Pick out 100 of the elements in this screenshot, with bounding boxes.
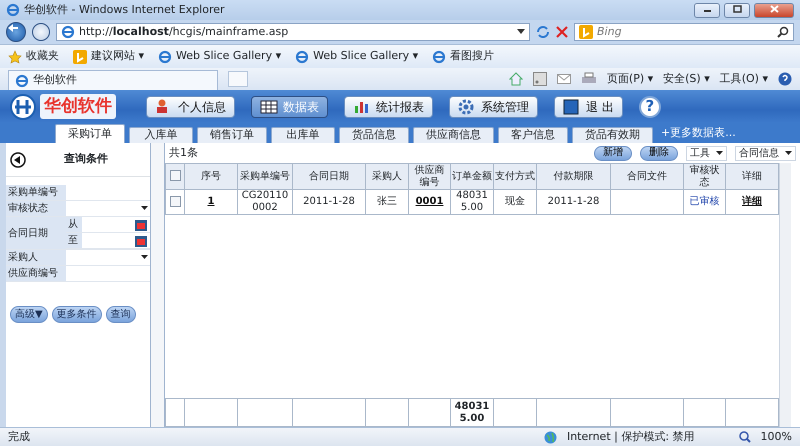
column-header: 供应商编号 <box>408 164 450 190</box>
browser-icon <box>432 50 446 64</box>
gear-icon <box>458 98 476 114</box>
close-button[interactable] <box>754 2 794 18</box>
table-icon <box>260 98 278 114</box>
globe-icon <box>544 430 557 444</box>
menu-dropdown[interactable]: 合同信息 <box>735 146 796 160</box>
panel-title: 查询条件 <box>63 151 109 168</box>
checkbox[interactable] <box>170 196 180 207</box>
menu-dropdown[interactable]: 工具 <box>686 146 727 160</box>
field-label: 从 <box>66 217 82 232</box>
zoom-level[interactable]: 100% <box>760 428 792 446</box>
data-tab[interactable]: 出库单 <box>271 127 335 143</box>
home-icon[interactable] <box>508 72 523 86</box>
address-field[interactable]: http://localhost/hcgis/mainframe.asp <box>56 23 530 41</box>
data-tab[interactable]: 货品有效期 <box>572 127 653 143</box>
page-icon <box>61 25 75 39</box>
field-label: 审核状态 <box>6 201 66 216</box>
maximize-icon <box>732 5 742 14</box>
column-header: 采购人 <box>366 164 408 190</box>
command-menu[interactable]: 安全(S) ▾ <box>663 70 710 88</box>
dropdown-icon <box>785 150 792 156</box>
dropdown-icon <box>141 206 148 211</box>
favorites-link[interactable]: Web Slice Gallery ▾ <box>158 48 282 65</box>
app-logo: 华创软件 <box>40 94 116 120</box>
table-cell: 2011-1-28 <box>536 190 610 214</box>
browser-icon <box>6 3 20 17</box>
more-tabs-link[interactable]: +更多数据表... <box>657 124 736 142</box>
data-tab[interactable]: 客户信息 <box>498 127 568 143</box>
column-header: 付款期限 <box>536 164 610 190</box>
back-arrow-icon <box>7 23 19 33</box>
favorites-link[interactable]: 收藏夹 <box>8 48 59 65</box>
checkbox[interactable] <box>170 170 180 182</box>
action-button[interactable]: 新增 <box>594 146 632 160</box>
table-cell: 2011-1-28 <box>292 190 366 214</box>
search-icon[interactable] <box>777 26 789 38</box>
toolbar-button[interactable]: 退 出 <box>554 96 623 118</box>
close-icon[interactable] <box>556 26 568 38</box>
scrollbar[interactable] <box>779 163 791 427</box>
status-text: 完成 <box>8 428 31 445</box>
calendar-icon[interactable] <box>134 234 148 248</box>
toolbar-button[interactable]: 统计报表 <box>344 96 433 118</box>
data-tab[interactable]: 销售订单 <box>197 127 267 143</box>
star-icon <box>8 50 22 64</box>
column-header: 支付方式 <box>494 164 536 190</box>
favorites-link[interactable]: 看图搜片 <box>432 48 494 65</box>
field-label: 合同日期 <box>6 217 66 249</box>
toolbar-button[interactable]: 系统管理 <box>449 96 538 118</box>
table-link[interactable]: 1 <box>208 196 214 207</box>
column-header: 审核状态 <box>684 164 726 190</box>
back-button[interactable] <box>6 22 26 42</box>
maximize-button[interactable] <box>724 2 750 18</box>
logo-icon <box>10 94 36 120</box>
query-button[interactable]: 查询 <box>106 306 136 323</box>
browser-icon <box>295 50 310 64</box>
record-count: 共1条 <box>169 144 199 161</box>
column-header: 订单金额 <box>450 164 494 190</box>
field-label: 采购人 <box>6 250 66 265</box>
query-button[interactable]: 高级▼ <box>10 306 48 323</box>
print-icon[interactable] <box>580 72 597 86</box>
favorites-link[interactable]: 建议网站 ▾ <box>73 48 144 65</box>
help-button[interactable]: ? <box>638 96 661 118</box>
refresh-icon[interactable] <box>536 25 550 39</box>
data-tab[interactable]: 供应商信息 <box>413 127 494 143</box>
column-header: 采购单编号 <box>238 164 292 190</box>
dropdown-icon <box>141 255 148 260</box>
zoom-icon[interactable] <box>738 431 751 443</box>
forward-button[interactable] <box>32 23 50 41</box>
browser-icon <box>158 50 172 64</box>
search-field[interactable]: Bing <box>574 23 794 41</box>
minimize-button[interactable] <box>694 2 720 18</box>
table-link[interactable]: 详细 <box>742 196 762 207</box>
table-cell: CG201100002 <box>238 190 292 214</box>
window-title: 华创软件 - Windows Internet Explorer <box>24 2 226 18</box>
calendar-icon[interactable] <box>134 218 148 232</box>
toolbar-button[interactable]: 个人信息 <box>146 96 235 118</box>
field-label: 采购单编号 <box>6 185 66 200</box>
favorites-link[interactable]: Web Slice Gallery ▾ <box>295 48 418 65</box>
command-menu[interactable]: 页面(P) ▾ <box>606 70 654 88</box>
table-cell: 480315.00 <box>450 190 494 214</box>
mail-icon[interactable] <box>556 73 571 85</box>
table-cell: 张三 <box>366 190 408 214</box>
status-text: 已审核 <box>690 196 720 207</box>
data-tab[interactable]: 货品信息 <box>339 127 409 143</box>
data-tab[interactable]: 采购订单 <box>55 124 125 143</box>
column-header: 合同文件 <box>610 164 684 190</box>
url-text: http://localhost/hcgis/mainframe.asp <box>79 24 290 40</box>
security-zone: Internet | 保护模式: 禁用 <box>566 428 695 445</box>
command-menu[interactable]: 工具(O) ▾ <box>720 70 768 88</box>
close-icon <box>770 5 778 14</box>
action-button[interactable]: 删除 <box>640 146 678 160</box>
data-tab[interactable]: 入库单 <box>129 127 193 143</box>
column-header: 合同日期 <box>292 164 366 190</box>
browser-icon <box>15 74 29 88</box>
browser-tab[interactable]: 华创软件 <box>8 70 218 90</box>
search-engine-icon <box>579 25 593 39</box>
query-button[interactable]: 更多条件 <box>52 306 102 323</box>
search-engine-icon <box>73 50 87 64</box>
column-header: 详细 <box>726 164 778 190</box>
help-icon[interactable] <box>778 72 792 86</box>
